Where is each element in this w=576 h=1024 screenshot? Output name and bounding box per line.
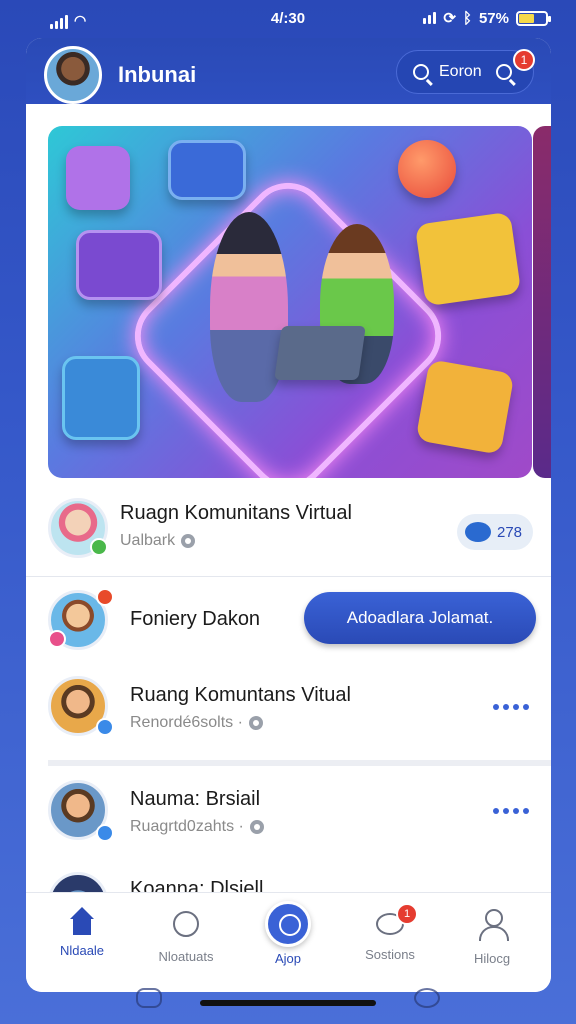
home-icon [67, 907, 97, 935]
chat-bubble-icon [465, 522, 491, 542]
search-icon [413, 64, 429, 80]
item-subtitle: Renordé6solts · [130, 714, 263, 732]
tab-label: Nloatuats [158, 949, 214, 964]
laptop-graphic [274, 326, 366, 380]
photo-tile [168, 140, 246, 200]
section-divider [48, 760, 551, 766]
tab-discover[interactable]: Ajop [238, 901, 338, 966]
emoji-ball [398, 140, 456, 198]
home-indicator[interactable] [200, 1000, 376, 1006]
kid-tile [76, 230, 162, 300]
list-item[interactable]: Foniery Dakon Adoadlara Jolamat. [26, 586, 551, 672]
profile-avatar[interactable] [44, 46, 102, 104]
glow-frame [118, 166, 458, 478]
bottom-tab-bar: Nldaale Nloatuats Ajop 1 Sostions Hilocg [26, 892, 551, 992]
more-options-button[interactable] [493, 808, 529, 814]
profile-icon [477, 909, 509, 941]
robot-tile [66, 146, 130, 210]
battery-icon [516, 10, 551, 26]
divider [26, 576, 551, 577]
cellular-icon [423, 12, 437, 24]
notification-badge: 1 [513, 49, 535, 71]
tab-label: Nldaale [59, 943, 105, 958]
chat-gesture-icon[interactable] [414, 988, 440, 1008]
next-banner-peek[interactable] [533, 126, 551, 478]
notification-badge [96, 588, 114, 606]
item-title: Foniery Dakon [130, 608, 261, 630]
join-button[interactable]: Adoadlara Jolamat. [304, 592, 536, 644]
tab-profile[interactable]: Hilocg [442, 907, 542, 966]
comments-chip[interactable]: 278 [457, 514, 533, 550]
tab-badge: 1 [396, 903, 418, 925]
avatar [48, 872, 108, 894]
app-header: Inbunai Eoron 1 [26, 38, 551, 104]
status-icon [248, 715, 263, 730]
hero-banner[interactable] [48, 126, 532, 478]
tab-search[interactable]: Nloatuats [136, 907, 236, 964]
status-icon [249, 819, 264, 834]
comment-count: 278 [497, 523, 523, 541]
discover-icon [265, 901, 311, 947]
sync-icon: ⟳ [443, 10, 456, 27]
search-icon [173, 911, 199, 937]
more-options-button[interactable] [493, 704, 529, 710]
tab-chats[interactable]: 1 Sostions [340, 903, 440, 962]
item-subtitle: Ualbark [120, 532, 196, 550]
green-character-tile [414, 211, 522, 307]
tab-label: Sostions [365, 947, 415, 962]
heart-badge [48, 630, 66, 648]
item-title: Nauma: Brsiail [130, 788, 261, 810]
list-item[interactable]: Ruang Komuntans Vitual Renordé6solts · [26, 672, 551, 760]
verified-badge [96, 824, 114, 842]
app-title: Inbunai [118, 62, 197, 87]
online-badge [90, 538, 108, 556]
item-subtitle: Ruagrtd0zahts · [130, 818, 264, 836]
battery-percent: 57% [478, 9, 509, 27]
verified-badge [96, 718, 114, 736]
app-card: Inbunai Eoron 1 Ruagn Komunitans Virtual… [26, 38, 551, 992]
item-title: Ruagn Komunitans Virtual [120, 502, 352, 524]
list-item[interactable]: Ruagn Komunitans Virtual Ualbark 278 [26, 494, 551, 576]
list-item[interactable]: Nauma: Brsiail Ruagrtd0zahts · [26, 776, 551, 870]
item-title: Ruang Komuntans Vitual [130, 684, 351, 706]
search-button[interactable]: Eoron 1 [396, 49, 535, 94]
tab-label: Ajop [274, 951, 302, 966]
sticker-tile [62, 356, 140, 440]
tab-label: Hilocg [473, 951, 511, 966]
list-item[interactable]: Koanna: Dlsiell [26, 870, 551, 894]
tab-home[interactable]: Nldaale [32, 907, 132, 958]
search-label: Eoron [439, 63, 482, 80]
status-icon [181, 533, 196, 548]
bluetooth-icon: ᛒ [462, 9, 472, 27]
status-bar: ◠ 4/:30 ⟳ ᛒ 57% [0, 0, 576, 38]
back-gesture-icon[interactable] [136, 988, 162, 1008]
notification-icon[interactable] [495, 64, 512, 80]
map-tile [415, 359, 515, 455]
